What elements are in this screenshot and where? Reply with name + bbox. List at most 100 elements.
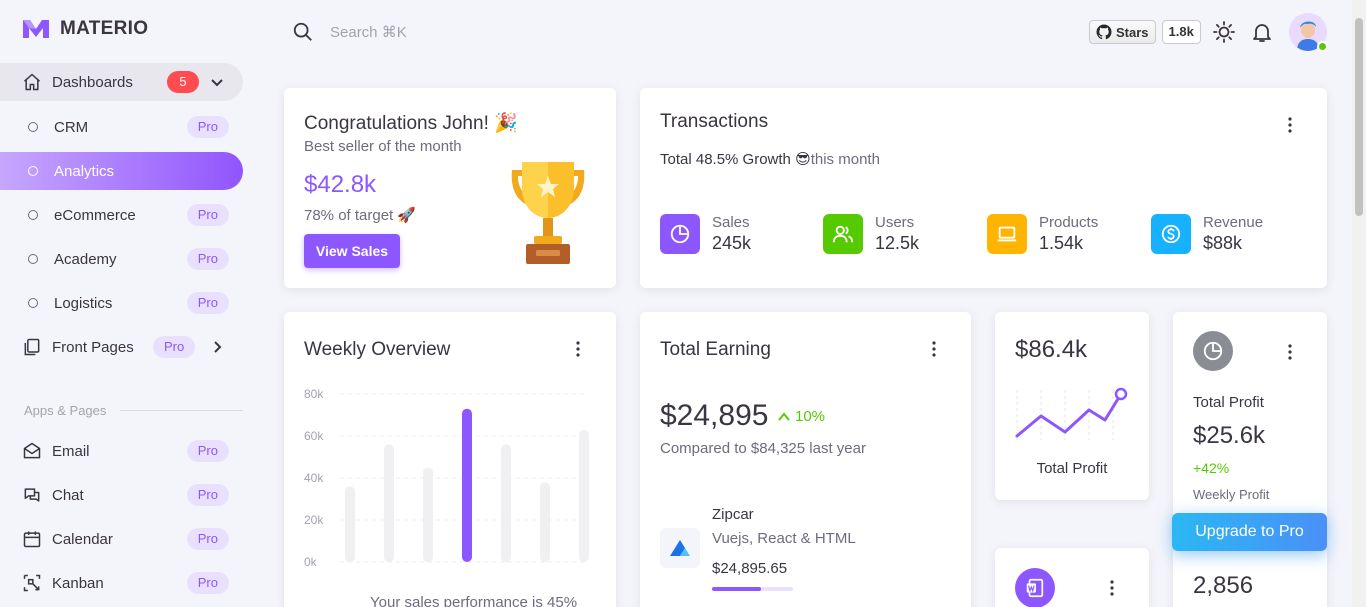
pro-badge: Pro [186, 248, 229, 270]
nav-item-email[interactable]: Email Pro [0, 432, 243, 470]
more-vertical-icon[interactable] [1102, 578, 1122, 598]
nav-item-label: Kanban [52, 574, 104, 592]
new-project-card: 2,856 [1173, 548, 1327, 607]
nav-item-chat[interactable]: Chat Pro [0, 476, 243, 514]
earning-change-value: 10% [795, 408, 826, 425]
nav-item-label: Chat [52, 486, 84, 504]
weekly-bar[interactable] [462, 408, 472, 562]
earning-change: 10% [777, 408, 825, 425]
pro-badge: Pro [153, 336, 196, 358]
laptop-icon [987, 214, 1027, 254]
earning-amount: $24,895 [660, 399, 769, 432]
transactions-card: Transactions Total 48.5% Growth 😎this mo… [640, 88, 1327, 288]
bell-icon[interactable] [1250, 20, 1274, 44]
y-tick-label: 0k [304, 555, 318, 569]
circle-icon [28, 122, 38, 132]
congrats-card: Congratulations John! 🎉 Best seller of t… [284, 88, 616, 288]
earning-item-desc: Vuejs, React & HTML [712, 530, 856, 547]
weekly-bar-chart: 80k 60k 40k 20k 0k [304, 387, 589, 569]
sidebar: MATERIO Dashboards 5 CRM Pro Analytics e… [0, 0, 260, 607]
total-profit-title: Total Profit [1193, 394, 1264, 411]
weekly-bar[interactable] [384, 444, 394, 562]
pro-badge: Pro [186, 292, 229, 314]
weekly-bar[interactable] [579, 429, 589, 562]
growth-rest-text: this month [810, 151, 880, 168]
pro-badge: Pro [186, 440, 229, 462]
github-stars-button[interactable]: Stars [1089, 20, 1156, 44]
total-profit-change: +42% [1193, 460, 1230, 476]
stat-value: $88k [1203, 233, 1243, 253]
nav-item-label: eCommerce [54, 206, 136, 224]
profit-line-chart [1015, 387, 1128, 440]
congrats-amount: $42.8k [304, 171, 377, 198]
stat-sales: Sales 245k [660, 214, 751, 254]
stat-value: 1.54k [1039, 233, 1084, 253]
more-vertical-icon[interactable] [1280, 115, 1300, 135]
mail-icon [23, 442, 41, 459]
total-profit-period: Weekly Profit [1193, 487, 1270, 502]
y-tick-label: 60k [304, 429, 324, 443]
view-sales-button[interactable]: View Sales [304, 234, 400, 268]
brand[interactable]: MATERIO [22, 18, 148, 40]
pro-badge: Pro [186, 572, 229, 594]
pro-badge: Pro [186, 204, 229, 226]
nav-item-label: Logistics [54, 294, 113, 312]
chat-icon [24, 488, 40, 502]
scrollbar-thumb[interactable] [1355, 18, 1363, 216]
sessions-card [995, 548, 1149, 607]
weekly-bar[interactable] [501, 444, 511, 562]
stat-label: Users [875, 214, 915, 231]
nav-item-label: CRM [54, 118, 89, 136]
weekly-footer: Your sales performance is 45% [370, 594, 578, 607]
nav-item-kanban[interactable]: Kanban Pro [0, 564, 243, 602]
y-tick-label: 20k [304, 513, 324, 527]
brand-name: MATERIO [60, 18, 149, 39]
circle-icon [28, 254, 38, 264]
nav-dashboards-label: Dashboards [52, 73, 133, 91]
nav-item-logistics[interactable]: Logistics Pro [0, 284, 243, 322]
weekly-bar[interactable] [423, 467, 433, 563]
materio-logo-icon [23, 20, 49, 38]
nav-item-crm[interactable]: CRM Pro [0, 108, 243, 146]
github-stars-count[interactable]: 1.8k [1161, 20, 1201, 44]
nav-item-label: Calendar [52, 530, 113, 548]
profit-line-value: $86.4k [1015, 336, 1088, 363]
growth-emoji: 😎 [795, 151, 811, 168]
users-icon [823, 214, 863, 254]
stat-revenue: Revenue $88k [1151, 214, 1263, 254]
stat-label: Revenue [1203, 214, 1264, 231]
stat-value: 12.5k [875, 233, 920, 253]
more-vertical-icon[interactable] [568, 339, 588, 359]
congrats-target: 78% of target 🚀 [304, 207, 417, 224]
nav-item-academy[interactable]: Academy Pro [0, 240, 243, 278]
nav-dashboards[interactable]: Dashboards 5 [0, 63, 243, 101]
transactions-growth: Total 48.5% Growth 😎this month [660, 150, 880, 168]
nav-front-pages[interactable]: Front Pages Pro [0, 328, 243, 366]
earning-progress-track [712, 587, 793, 591]
kanban-icon [23, 574, 41, 592]
trophy-icon [511, 162, 585, 264]
nav-item-ecommerce[interactable]: eCommerce Pro [0, 196, 243, 234]
github-icon [1096, 24, 1112, 40]
pro-badge: Pro [186, 116, 229, 138]
nav-item-label: Analytics [54, 162, 115, 180]
sun-icon[interactable] [1212, 20, 1236, 44]
zipcar-logo [660, 528, 700, 568]
chevron-up-icon [778, 411, 790, 421]
more-vertical-icon[interactable] [1280, 342, 1300, 362]
total-earning-card: Total Earning $24,895 10% Compared to $8… [640, 312, 971, 607]
profit-line-card: $86.4k Total Profit [995, 312, 1149, 500]
word-doc-icon [1015, 568, 1055, 607]
nav-item-analytics[interactable]: Analytics [0, 152, 243, 190]
zipcar-icon [670, 540, 690, 556]
weekly-bar[interactable] [540, 482, 550, 562]
github-stars-widget[interactable]: Stars 1.8k [1089, 20, 1201, 44]
nav-item-calendar[interactable]: Calendar Pro [0, 520, 243, 558]
total-profit-value: $25.6k [1193, 422, 1266, 449]
weekly-bar[interactable] [345, 486, 355, 562]
upgrade-to-pro-button[interactable]: Upgrade to Pro [1172, 513, 1327, 551]
search-input[interactable] [330, 19, 530, 45]
more-vertical-icon[interactable] [924, 339, 944, 359]
stat-label: Sales [712, 214, 750, 231]
search-icon[interactable] [292, 21, 314, 43]
